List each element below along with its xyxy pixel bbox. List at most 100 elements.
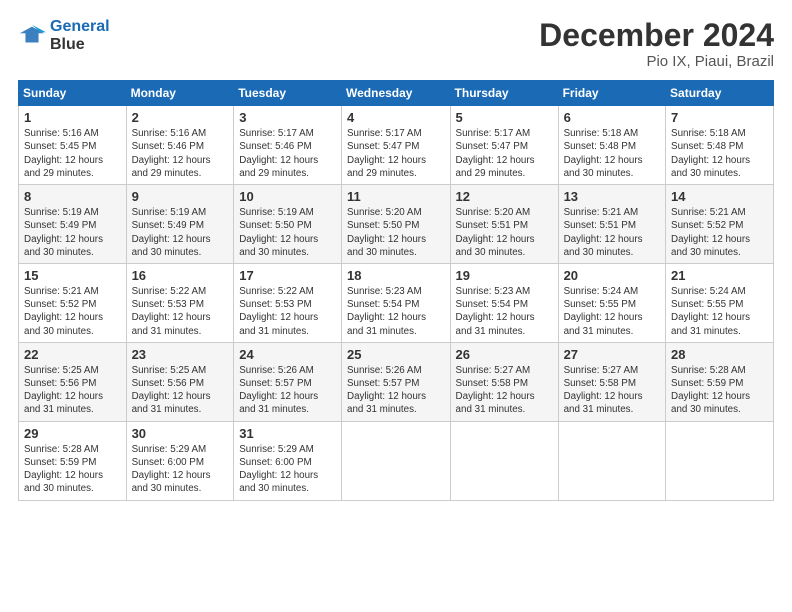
day-number: 25 (347, 347, 445, 362)
day-cell: 23 Sunrise: 5:25 AM Sunset: 5:56 PM Dayl… (126, 342, 234, 421)
day-number: 21 (671, 268, 768, 283)
day-cell: 1 Sunrise: 5:16 AM Sunset: 5:45 PM Dayli… (19, 106, 127, 185)
day-info: Sunrise: 5:16 AM Sunset: 5:45 PM Dayligh… (24, 127, 121, 180)
day-cell: 3 Sunrise: 5:17 AM Sunset: 5:46 PM Dayli… (234, 106, 342, 185)
day-number: 29 (24, 426, 121, 441)
day-number: 7 (671, 110, 768, 125)
day-cell: 29 Sunrise: 5:28 AM Sunset: 5:59 PM Dayl… (19, 421, 127, 500)
title-block: December 2024 Pio IX, Piaui, Brazil (539, 18, 774, 70)
day-cell: 25 Sunrise: 5:26 AM Sunset: 5:57 PM Dayl… (342, 342, 451, 421)
day-info: Sunrise: 5:20 AM Sunset: 5:51 PM Dayligh… (456, 206, 553, 259)
week-row-3: 15 Sunrise: 5:21 AM Sunset: 5:52 PM Dayl… (19, 263, 774, 342)
day-cell: 2 Sunrise: 5:16 AM Sunset: 5:46 PM Dayli… (126, 106, 234, 185)
weekday-header-friday: Friday (558, 81, 665, 106)
day-number: 4 (347, 110, 445, 125)
weekday-header-wednesday: Wednesday (342, 81, 451, 106)
day-number: 16 (132, 268, 229, 283)
day-number: 15 (24, 268, 121, 283)
day-info: Sunrise: 5:19 AM Sunset: 5:49 PM Dayligh… (132, 206, 229, 259)
day-number: 17 (239, 268, 336, 283)
day-info: Sunrise: 5:20 AM Sunset: 5:50 PM Dayligh… (347, 206, 445, 259)
day-number: 6 (564, 110, 660, 125)
day-cell: 22 Sunrise: 5:25 AM Sunset: 5:56 PM Dayl… (19, 342, 127, 421)
day-info: Sunrise: 5:22 AM Sunset: 5:53 PM Dayligh… (132, 285, 229, 338)
day-info: Sunrise: 5:27 AM Sunset: 5:58 PM Dayligh… (456, 364, 553, 417)
month-title: December 2024 (539, 18, 774, 53)
day-cell: 19 Sunrise: 5:23 AM Sunset: 5:54 PM Dayl… (450, 263, 558, 342)
day-info: Sunrise: 5:17 AM Sunset: 5:47 PM Dayligh… (347, 127, 445, 180)
day-cell: 8 Sunrise: 5:19 AM Sunset: 5:49 PM Dayli… (19, 185, 127, 264)
day-info: Sunrise: 5:28 AM Sunset: 5:59 PM Dayligh… (24, 443, 121, 496)
day-number: 19 (456, 268, 553, 283)
day-info: Sunrise: 5:26 AM Sunset: 5:57 PM Dayligh… (239, 364, 336, 417)
day-cell: 16 Sunrise: 5:22 AM Sunset: 5:53 PM Dayl… (126, 263, 234, 342)
day-cell (558, 421, 665, 500)
logo: General Blue (18, 18, 110, 53)
day-info: Sunrise: 5:17 AM Sunset: 5:46 PM Dayligh… (239, 127, 336, 180)
day-info: Sunrise: 5:21 AM Sunset: 5:52 PM Dayligh… (671, 206, 768, 259)
day-number: 31 (239, 426, 336, 441)
day-info: Sunrise: 5:28 AM Sunset: 5:59 PM Dayligh… (671, 364, 768, 417)
day-number: 18 (347, 268, 445, 283)
day-info: Sunrise: 5:22 AM Sunset: 5:53 PM Dayligh… (239, 285, 336, 338)
day-info: Sunrise: 5:25 AM Sunset: 5:56 PM Dayligh… (24, 364, 121, 417)
day-cell: 15 Sunrise: 5:21 AM Sunset: 5:52 PM Dayl… (19, 263, 127, 342)
weekday-header-tuesday: Tuesday (234, 81, 342, 106)
day-info: Sunrise: 5:29 AM Sunset: 6:00 PM Dayligh… (132, 443, 229, 496)
week-row-2: 8 Sunrise: 5:19 AM Sunset: 5:49 PM Dayli… (19, 185, 774, 264)
day-info: Sunrise: 5:24 AM Sunset: 5:55 PM Dayligh… (671, 285, 768, 338)
day-info: Sunrise: 5:18 AM Sunset: 5:48 PM Dayligh… (564, 127, 660, 180)
day-cell: 9 Sunrise: 5:19 AM Sunset: 5:49 PM Dayli… (126, 185, 234, 264)
day-number: 8 (24, 189, 121, 204)
day-cell (342, 421, 451, 500)
calendar-header: SundayMondayTuesdayWednesdayThursdayFrid… (19, 81, 774, 106)
day-cell (666, 421, 774, 500)
day-info: Sunrise: 5:23 AM Sunset: 5:54 PM Dayligh… (456, 285, 553, 338)
day-info: Sunrise: 5:18 AM Sunset: 5:48 PM Dayligh… (671, 127, 768, 180)
day-number: 9 (132, 189, 229, 204)
day-number: 24 (239, 347, 336, 362)
day-number: 12 (456, 189, 553, 204)
day-info: Sunrise: 5:25 AM Sunset: 5:56 PM Dayligh… (132, 364, 229, 417)
weekday-header-monday: Monday (126, 81, 234, 106)
day-number: 27 (564, 347, 660, 362)
logo-icon (18, 22, 46, 50)
weekday-header-row: SundayMondayTuesdayWednesdayThursdayFrid… (19, 81, 774, 106)
day-cell: 14 Sunrise: 5:21 AM Sunset: 5:52 PM Dayl… (666, 185, 774, 264)
day-number: 2 (132, 110, 229, 125)
day-cell: 31 Sunrise: 5:29 AM Sunset: 6:00 PM Dayl… (234, 421, 342, 500)
day-number: 23 (132, 347, 229, 362)
day-cell (450, 421, 558, 500)
day-number: 26 (456, 347, 553, 362)
day-cell: 13 Sunrise: 5:21 AM Sunset: 5:51 PM Dayl… (558, 185, 665, 264)
day-info: Sunrise: 5:23 AM Sunset: 5:54 PM Dayligh… (347, 285, 445, 338)
day-cell: 10 Sunrise: 5:19 AM Sunset: 5:50 PM Dayl… (234, 185, 342, 264)
logo-general: General (50, 18, 110, 35)
day-cell: 20 Sunrise: 5:24 AM Sunset: 5:55 PM Dayl… (558, 263, 665, 342)
day-info: Sunrise: 5:19 AM Sunset: 5:49 PM Dayligh… (24, 206, 121, 259)
day-cell: 18 Sunrise: 5:23 AM Sunset: 5:54 PM Dayl… (342, 263, 451, 342)
weekday-header-sunday: Sunday (19, 81, 127, 106)
day-number: 11 (347, 189, 445, 204)
day-info: Sunrise: 5:29 AM Sunset: 6:00 PM Dayligh… (239, 443, 336, 496)
day-number: 1 (24, 110, 121, 125)
day-number: 13 (564, 189, 660, 204)
day-info: Sunrise: 5:21 AM Sunset: 5:52 PM Dayligh… (24, 285, 121, 338)
day-cell: 7 Sunrise: 5:18 AM Sunset: 5:48 PM Dayli… (666, 106, 774, 185)
day-cell: 21 Sunrise: 5:24 AM Sunset: 5:55 PM Dayl… (666, 263, 774, 342)
day-cell: 5 Sunrise: 5:17 AM Sunset: 5:47 PM Dayli… (450, 106, 558, 185)
day-number: 22 (24, 347, 121, 362)
day-number: 20 (564, 268, 660, 283)
day-info: Sunrise: 5:17 AM Sunset: 5:47 PM Dayligh… (456, 127, 553, 180)
logo-text: General Blue (50, 18, 110, 53)
day-info: Sunrise: 5:24 AM Sunset: 5:55 PM Dayligh… (564, 285, 660, 338)
week-row-4: 22 Sunrise: 5:25 AM Sunset: 5:56 PM Dayl… (19, 342, 774, 421)
weekday-header-saturday: Saturday (666, 81, 774, 106)
day-info: Sunrise: 5:16 AM Sunset: 5:46 PM Dayligh… (132, 127, 229, 180)
day-number: 28 (671, 347, 768, 362)
day-info: Sunrise: 5:21 AM Sunset: 5:51 PM Dayligh… (564, 206, 660, 259)
day-cell: 4 Sunrise: 5:17 AM Sunset: 5:47 PM Dayli… (342, 106, 451, 185)
day-number: 10 (239, 189, 336, 204)
week-row-5: 29 Sunrise: 5:28 AM Sunset: 5:59 PM Dayl… (19, 421, 774, 500)
day-number: 3 (239, 110, 336, 125)
